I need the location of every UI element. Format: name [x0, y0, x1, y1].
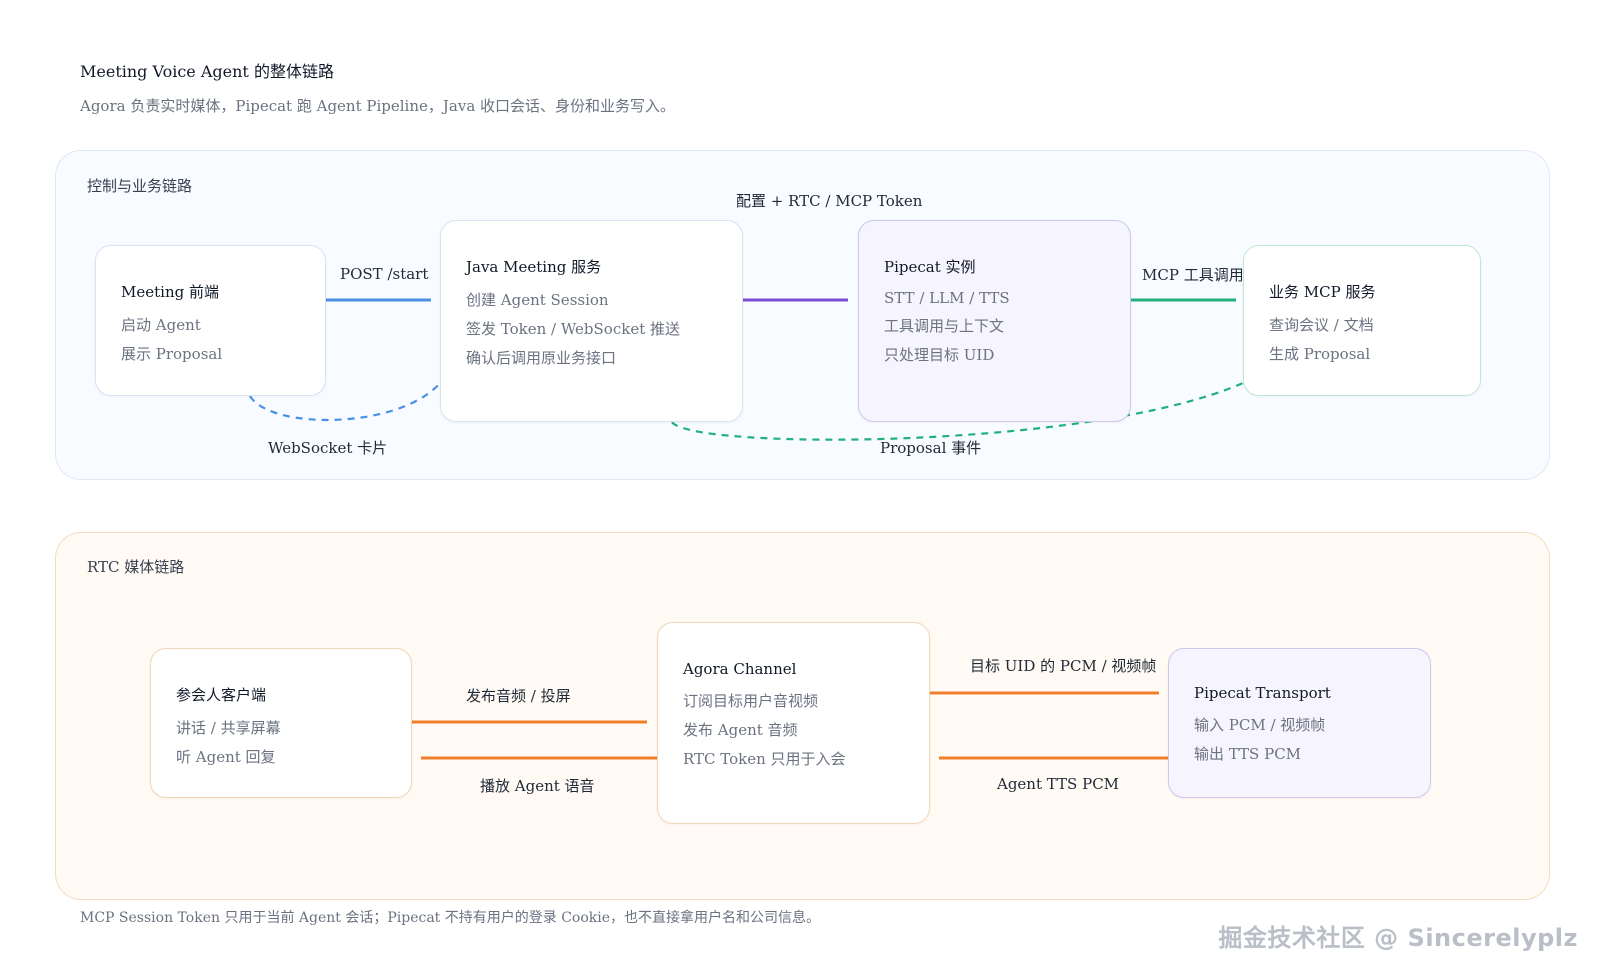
page-subtitle: Agora 负责实时媒体，Pipecat 跑 Agent Pipeline，Ja…	[80, 97, 676, 115]
node-line: 展示 Proposal	[121, 345, 223, 363]
node-meeting-frontend: Meeting 前端 启动 Agent 展示 Proposal	[95, 245, 326, 396]
node-title: Meeting 前端	[121, 283, 219, 301]
rtc-section-title: RTC 媒体链路	[87, 558, 185, 576]
node-line: 确认后调用原业务接口	[466, 349, 617, 367]
edge-label-proposal-event: Proposal 事件	[880, 439, 982, 457]
edge-label-mcp-call: MCP 工具调用	[1142, 266, 1244, 284]
node-title: Pipecat Transport	[1194, 684, 1331, 702]
edge-label-config-token: 配置 + RTC / MCP Token	[736, 192, 923, 210]
node-line: RTC Token 只用于入会	[683, 750, 846, 768]
node-java-meeting-service: Java Meeting 服务 创建 Agent Session 签发 Toke…	[440, 220, 743, 422]
node-line: 输出 TTS PCM	[1194, 745, 1302, 763]
node-line: 讲话 / 共享屏幕	[176, 719, 281, 737]
edge-label-post-start: POST /start	[340, 265, 429, 283]
node-line: 工具调用与上下文	[884, 317, 1005, 335]
node-line: 创建 Agent Session	[466, 291, 609, 309]
node-line: 查询会议 / 文档	[1269, 316, 1374, 334]
node-title: Pipecat 实例	[884, 258, 976, 276]
node-agora-channel: Agora Channel 订阅目标用户音视频 发布 Agent 音频 RTC …	[657, 622, 930, 824]
edge-label-agent-tts: Agent TTS PCM	[997, 775, 1120, 793]
node-line: 启动 Agent	[121, 316, 201, 334]
node-pipecat-instance: Pipecat 实例 STT / LLM / TTS 工具调用与上下文 只处理目…	[858, 220, 1131, 422]
edge-label-target-pcm: 目标 UID 的 PCM / 视频帧	[970, 657, 1157, 675]
node-line: 只处理目标 UID	[884, 346, 995, 364]
edge-label-play-agent: 播放 Agent 语音	[480, 777, 595, 795]
node-line: 听 Agent 回复	[176, 748, 276, 766]
edge-label-websocket-card: WebSocket 卡片	[268, 439, 388, 457]
node-title: 参会人客户端	[176, 686, 267, 704]
node-participant-client: 参会人客户端 讲话 / 共享屏幕 听 Agent 回复	[150, 648, 412, 798]
node-title: Java Meeting 服务	[466, 258, 602, 276]
node-line: 生成 Proposal	[1269, 345, 1371, 363]
node-pipecat-transport: Pipecat Transport 输入 PCM / 视频帧 输出 TTS PC…	[1168, 648, 1431, 798]
edge-label-publish-av: 发布音频 / 投屏	[466, 687, 571, 705]
node-title: Agora Channel	[683, 660, 797, 678]
watermark: 掘金技术社区 @ Sincerelyplz	[1218, 924, 1578, 952]
node-line: 订阅目标用户音视频	[683, 692, 819, 710]
control-section-title: 控制与业务链路	[87, 177, 193, 195]
page-title: Meeting Voice Agent 的整体链路	[80, 62, 334, 81]
node-line: 发布 Agent 音频	[683, 721, 798, 739]
node-line: STT / LLM / TTS	[884, 289, 1010, 307]
node-title: 业务 MCP 服务	[1269, 283, 1376, 301]
node-business-mcp-service: 业务 MCP 服务 查询会议 / 文档 生成 Proposal	[1243, 245, 1481, 396]
footer-note: MCP Session Token 只用于当前 Agent 会话；Pipecat…	[80, 910, 821, 926]
node-line: 签发 Token / WebSocket 推送	[466, 320, 680, 338]
node-line: 输入 PCM / 视频帧	[1194, 716, 1326, 734]
